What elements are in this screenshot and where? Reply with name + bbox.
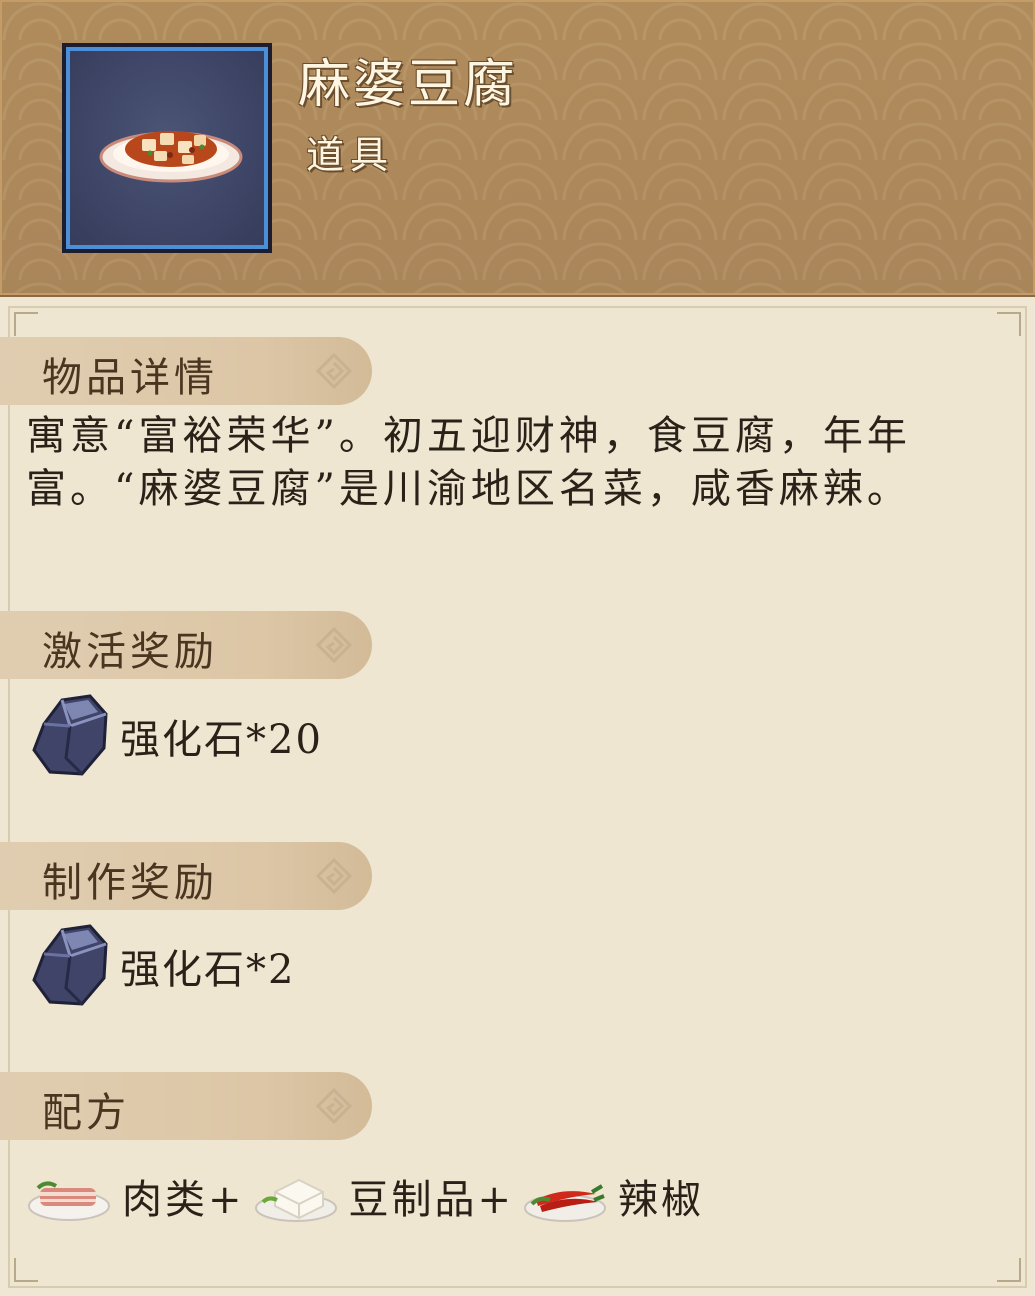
item-header: 麻婆豆腐 道具 bbox=[0, 0, 1035, 297]
recipe-ingredients: 肉类+ 豆制品+ 辣椒 bbox=[26, 1166, 712, 1226]
section-title: 制作奖励 bbox=[42, 860, 218, 906]
mapo-tofu-dish-icon bbox=[99, 131, 243, 183]
ingredient-label: 辣椒 bbox=[618, 1177, 705, 1223]
tofu-plate-icon[interactable] bbox=[253, 1166, 339, 1226]
enhancement-stone-icon bbox=[32, 694, 108, 776]
item-icon-frame[interactable] bbox=[62, 43, 272, 253]
item-description: 寓意“富裕荣华”。初五迎财神，食豆腐，年年富。“麻婆豆腐”是川渝地区名菜，咸香麻… bbox=[26, 413, 911, 512]
section-header-details: 物品详情 bbox=[0, 337, 372, 405]
cloud-ornament-icon bbox=[315, 1087, 353, 1125]
cloud-ornament-icon bbox=[315, 352, 353, 390]
meat-plate-icon[interactable] bbox=[26, 1166, 112, 1226]
corner-ornament bbox=[14, 312, 38, 336]
ingredient-label: 肉类+ bbox=[122, 1177, 245, 1223]
activation-reward-item[interactable]: 强化石*20 bbox=[26, 688, 323, 784]
enhancement-stone-icon bbox=[32, 924, 108, 1006]
reward-label: 强化石*20 bbox=[120, 717, 323, 763]
section-header-activation-reward: 激活奖励 bbox=[0, 611, 372, 679]
section-title: 物品详情 bbox=[42, 355, 218, 401]
item-type-label: 道具 bbox=[306, 133, 395, 177]
section-title: 激活奖励 bbox=[42, 629, 218, 675]
cloud-ornament-icon bbox=[315, 626, 353, 664]
corner-ornament bbox=[997, 1258, 1021, 1282]
corner-ornament bbox=[997, 312, 1021, 336]
corner-ornament bbox=[14, 1258, 38, 1282]
chili-plate-icon[interactable] bbox=[522, 1166, 608, 1226]
item-title: 麻婆豆腐 bbox=[298, 55, 519, 115]
cloud-ornament-icon bbox=[315, 857, 353, 895]
section-header-recipe: 配方 bbox=[0, 1072, 372, 1140]
section-title: 配方 bbox=[42, 1090, 130, 1136]
ingredient-label: 豆制品+ bbox=[348, 1177, 515, 1223]
crafting-reward-item[interactable]: 强化石*2 bbox=[26, 918, 295, 1014]
section-header-crafting-reward: 制作奖励 bbox=[0, 842, 372, 910]
reward-label: 强化石*2 bbox=[120, 947, 296, 993]
